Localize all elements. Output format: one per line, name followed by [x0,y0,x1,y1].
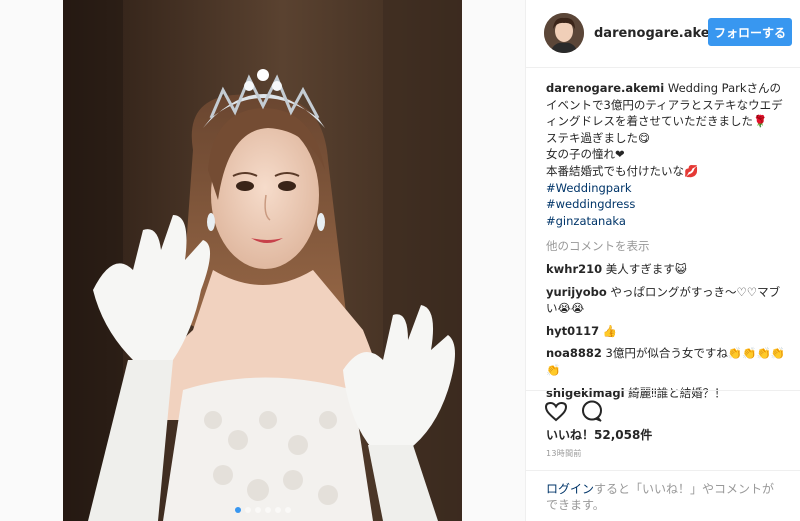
heart-icon[interactable] [544,399,568,423]
carousel-dot[interactable] [264,507,271,513]
follow-button[interactable]: フォローする [708,18,792,46]
comment-username[interactable]: noa8882 [546,346,602,360]
bride-photo-illustration [63,0,462,521]
login-prompt: ログインすると「いいね！」やコメントができます。 [526,470,800,521]
like-count[interactable]: いいね！52,058件 [546,426,652,443]
caption-line: 本番結婚式でも付けたいな💋 [546,163,699,178]
caption-line: 女の子の憧れ❤ [546,147,625,162]
carousel-dot[interactable] [234,507,241,513]
comment-text: 👍 [599,323,618,338]
action-bar [526,390,800,422]
comment-username[interactable]: shigekimagi [546,386,625,400]
caption-line: ステキ過ぎました😋 [546,130,650,145]
comment-text: 美人すぎます😺 [602,261,687,276]
carousel-dot[interactable] [244,507,251,513]
login-link[interactable]: ログイン [546,482,594,496]
post-header: darenogare.akemi フォローする [526,0,800,68]
hashtag-link[interactable]: #weddingdress [546,196,791,213]
comment-username[interactable]: yurijyobo [546,285,607,299]
carousel-dot[interactable] [284,507,291,513]
carousel-dot[interactable] [254,507,261,513]
login-prompt-text: ログインすると「いいね！」やコメントができます。 [546,481,786,513]
post-sidebar: darenogare.akemi フォローする darenogare.akemi… [525,0,800,521]
comment-username[interactable]: hyt0117 [546,324,599,338]
comment-item: noa8882 3億円が似合う女ですね👏👏👏👏👏 [546,345,791,378]
comment-item: hyt0117 👍 [546,323,791,340]
comment-list: darenogare.akemi Wedding Parkさんのイベントで3億円… [546,80,791,401]
photo-pane [0,0,525,521]
post-photo[interactable] [63,0,462,521]
comment-icon[interactable] [580,399,604,423]
hashtag-link[interactable]: #Weddingpark [546,180,791,197]
post-caption: darenogare.akemi Wedding Parkさんのイベントで3億円… [546,80,791,229]
comment-item: yurijyobo やっぱロングがすっき〜♡♡マブい😭😭 [546,284,791,317]
carousel-dot[interactable] [274,507,281,513]
carousel-indicator [63,507,462,513]
comment-text: 綺麗‼誰と結婚？！ [624,385,726,400]
view-more-comments-link[interactable]: 他のコメントを表示 [546,238,791,255]
comment-username[interactable]: kwhr210 [546,262,602,276]
hashtag-link[interactable]: #ginzatanaka [546,213,791,230]
avatar[interactable] [544,13,584,53]
caption-username[interactable]: darenogare.akemi [546,81,664,95]
comment-item: kwhr210 美人すぎます😺 [546,261,791,278]
post-timestamp: 13時間前 [546,449,582,458]
